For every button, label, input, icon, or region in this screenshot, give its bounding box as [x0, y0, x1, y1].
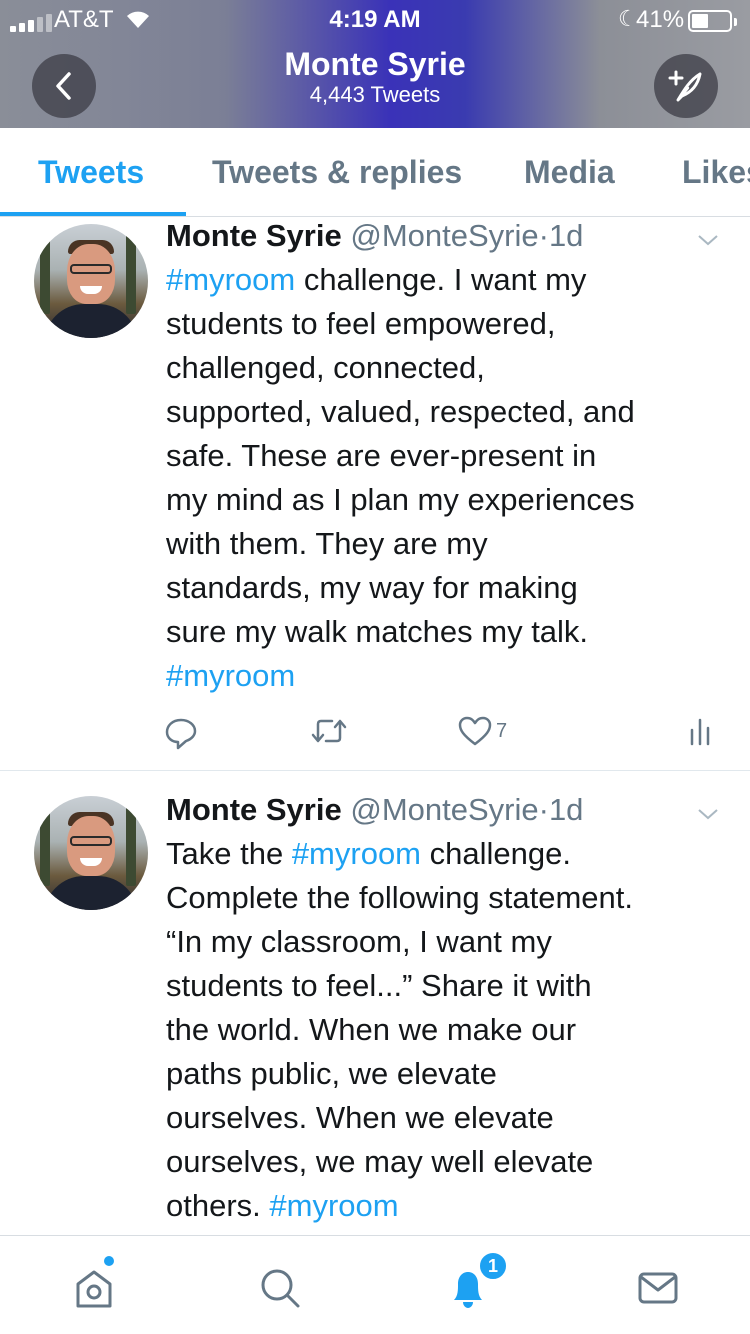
tweet[interactable]: Monte Syrie @MonteSyrie·1d #myroom chall…	[0, 218, 750, 770]
tweet-actions: 7	[0, 716, 750, 756]
avatar[interactable]	[34, 796, 148, 910]
tweet-text-segment: students to feel empowered,	[166, 306, 556, 341]
heart-icon	[458, 716, 492, 746]
tweet-text-line: “In my classroom, I want my	[166, 920, 736, 964]
tweet-text-line: ourselves, we may well elevate	[166, 1140, 736, 1184]
analytics-bars-icon	[690, 718, 710, 746]
tweet-text-segment: ourselves, we may well elevate	[166, 1144, 594, 1179]
avatar[interactable]	[34, 224, 148, 338]
tweet-meta: Monte Syrie @MonteSyrie·1d	[166, 792, 583, 828]
tweet-text-segment: “In my classroom, I want my	[166, 924, 552, 959]
do-not-disturb-moon-icon: ☾	[618, 6, 638, 31]
author-name[interactable]: Monte Syrie	[166, 792, 342, 827]
tweet-text-segment: challenged, connected,	[166, 350, 485, 385]
author-handle[interactable]: @MonteSyrie	[350, 218, 538, 253]
hashtag-link[interactable]: #myroom	[269, 1188, 398, 1223]
tweet-text-line: supported, valued, respected, and	[166, 390, 736, 434]
profile-tabs: Tweets Tweets & replies Media Likes	[0, 128, 750, 217]
hashtag-link[interactable]: #myroom	[292, 836, 421, 871]
tweet-text-line: ourselves. When we elevate	[166, 1096, 736, 1140]
meta-separator: ·	[538, 218, 549, 253]
reply-icon	[165, 718, 197, 750]
retweet-button[interactable]	[310, 716, 348, 746]
tweet-text-line: students to feel empowered,	[166, 302, 736, 346]
tweet-text-line: #myroom challenge. I want my	[166, 258, 736, 302]
tweet-time[interactable]: 1d	[549, 218, 583, 253]
tweet-count: 4,443 Tweets	[309, 82, 441, 107]
analytics-button[interactable]	[688, 716, 712, 746]
chevron-down-icon[interactable]	[696, 232, 720, 248]
tweet[interactable]: Monte Syrie @MonteSyrie·1d Take the #myr…	[0, 792, 750, 1235]
tweet-text-segment: with them. They are my	[166, 526, 488, 561]
tab-likes[interactable]: Likes	[682, 154, 750, 191]
battery-icon	[688, 10, 737, 32]
tweet-text-segment: ourselves. When we elevate	[166, 1100, 554, 1135]
retweet-icon	[311, 719, 347, 743]
messages-envelope-icon[interactable]	[636, 1266, 680, 1310]
battery-percent: 41%	[636, 6, 685, 33]
tweet-text: Take the #myroom challenge. Complete the …	[166, 832, 736, 1228]
hashtag-link[interactable]: #myroom	[166, 658, 295, 693]
tweet-text-segment: standards, my way for making	[166, 570, 578, 605]
tweet-text-line: paths public, we elevate	[166, 1052, 736, 1096]
tweet-text-segment: supported, valued, respected, and	[166, 394, 635, 429]
tweet-text-segment: challenge.	[421, 836, 571, 871]
author-handle[interactable]: @MonteSyrie	[350, 792, 538, 827]
tab-tweets-and-replies[interactable]: Tweets & replies	[212, 154, 462, 191]
meta-separator: ·	[538, 792, 549, 827]
chevron-down-icon[interactable]	[696, 806, 720, 822]
like-count: 7	[496, 719, 508, 742]
tweet-text-segment: the world. When we make our	[166, 1012, 577, 1047]
profile-name: Monte Syrie	[284, 46, 466, 82]
bottom-tab-bar: 1	[0, 1235, 750, 1334]
hashtag-link[interactable]: #myroom	[166, 262, 295, 297]
author-name[interactable]: Monte Syrie	[166, 218, 342, 253]
compose-tweet-button[interactable]	[654, 54, 718, 118]
like-button[interactable]: 7	[458, 716, 507, 746]
tweet-text-line: challenged, connected,	[166, 346, 736, 390]
tweet-text-line: my mind as I plan my experiences	[166, 478, 736, 522]
tweet-text-segment: sure my walk matches my talk.	[166, 614, 589, 649]
tweet-text-line: students to feel...” Share it with	[166, 964, 736, 1008]
tweet-text-line: Take the #myroom challenge.	[166, 832, 736, 876]
status-bar: AT&T 4:19 AM ☾ 41%	[0, 6, 750, 36]
search-icon[interactable]	[258, 1266, 302, 1310]
tweet-text-line: sure my walk matches my talk.	[166, 610, 736, 654]
tweet-text: #myroom challenge. I want my students to …	[166, 258, 736, 698]
tweet-text-line: the world. When we make our	[166, 1008, 736, 1052]
tweet-text-segment: others.	[166, 1188, 270, 1223]
profile-header: AT&T 4:19 AM ☾ 41% Monte Syrie 4,443 Twe…	[0, 0, 750, 128]
tweet-text-line: safe. These are ever-present in	[166, 434, 736, 478]
home-new-dot	[104, 1256, 114, 1266]
reply-button[interactable]	[164, 716, 198, 750]
tweet-text-segment: safe. These are ever-present in	[166, 438, 597, 473]
home-icon[interactable]	[72, 1266, 116, 1310]
tweet-text-segment: Take the	[166, 836, 292, 871]
active-tab-indicator	[0, 212, 186, 216]
tab-tweets[interactable]: Tweets	[38, 154, 144, 191]
tab-media[interactable]: Media	[524, 154, 615, 191]
tweet-text-segment: Complete the following statement.	[166, 880, 633, 915]
tweet-text-segment: challenge. I want my	[295, 262, 587, 297]
tweet-text-segment: students to feel...” Share it with	[166, 968, 592, 1003]
tweet-divider	[0, 770, 750, 771]
tweet-text-line: with them. They are my	[166, 522, 736, 566]
tweet-time[interactable]: 1d	[549, 792, 583, 827]
notification-badge: 1	[478, 1251, 508, 1281]
tweet-text-line: others. #myroom	[166, 1184, 736, 1228]
compose-feather-icon	[668, 70, 702, 102]
tweet-text-line: Complete the following statement.	[166, 876, 736, 920]
tweet-text-line: standards, my way for making	[166, 566, 736, 610]
tweet-text-segment: paths public, we elevate	[166, 1056, 497, 1091]
tweet-meta: Monte Syrie @MonteSyrie·1d	[166, 218, 583, 254]
tweet-text-line: #myroom	[166, 654, 736, 698]
tweet-text-segment: my mind as I plan my experiences	[166, 482, 635, 517]
